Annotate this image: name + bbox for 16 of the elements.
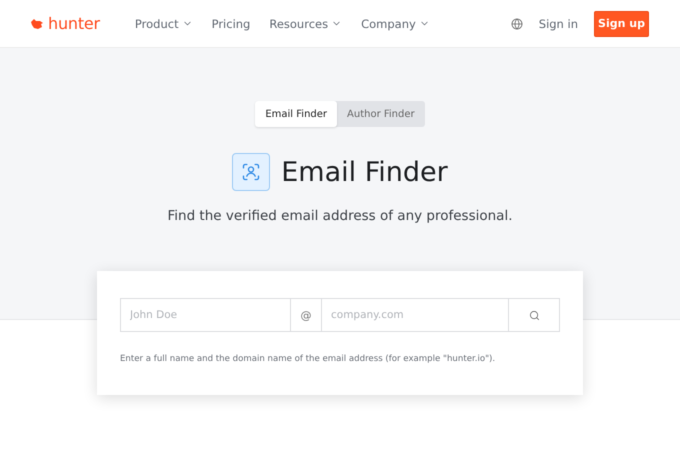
person-scan-icon	[232, 153, 270, 191]
nav-link[interactable]: Resources	[269, 16, 342, 30]
domain-field[interactable]: company.com	[321, 298, 508, 332]
tab[interactable]: Email Finder	[255, 101, 338, 127]
tab[interactable]: Author Finder	[337, 101, 425, 127]
nav-link[interactable]: Product	[134, 16, 193, 30]
sign-up-button[interactable]: Sign up	[594, 10, 649, 36]
nav-link[interactable]: Pricing	[212, 16, 250, 30]
nav-link[interactable]: Company	[361, 16, 430, 30]
globe-icon[interactable]	[510, 18, 523, 30]
logo-text: hunter	[48, 14, 100, 33]
subtitle: Find the verified email address of any professional.	[167, 208, 512, 224]
page-title: Email Finder	[281, 156, 448, 188]
hint-text: Enter a full name and the domain name of the email address (for example "hunter.io").	[120, 354, 496, 364]
sign-in-link[interactable]: Sign in	[538, 16, 578, 30]
search-icon	[528, 310, 540, 320]
